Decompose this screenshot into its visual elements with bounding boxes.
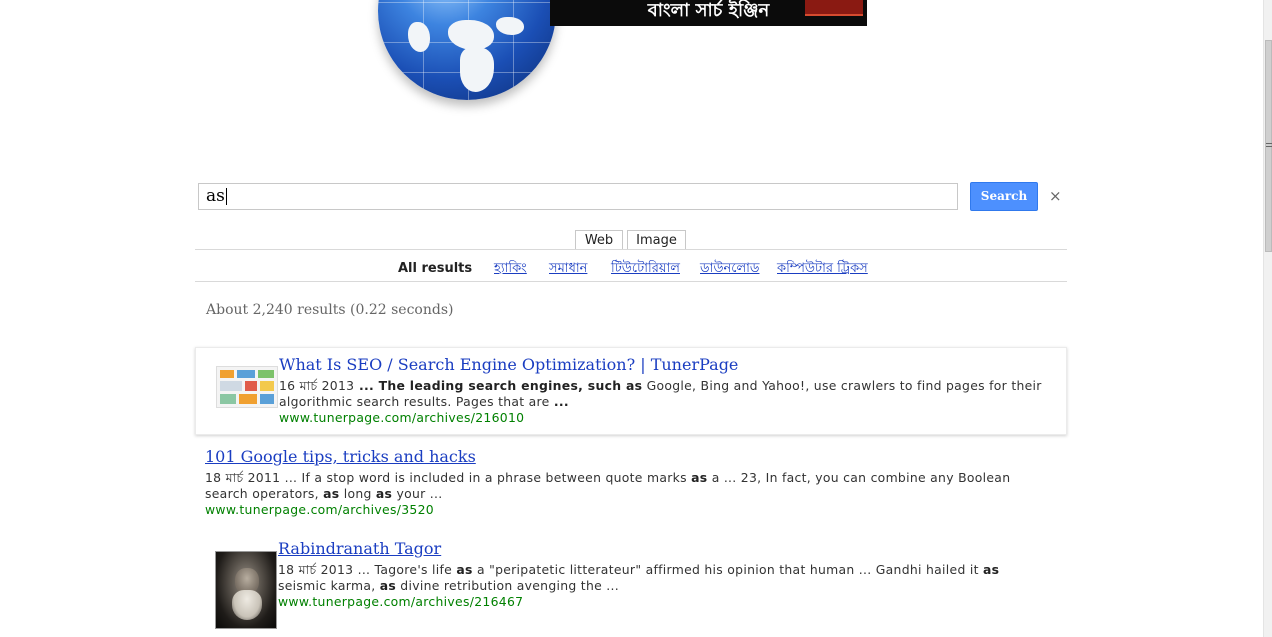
scrollbar-grip-icon — [1266, 146, 1272, 147]
result-item: Rabindranath Tagor 18 মার্চ 2013 ... Tag… — [195, 532, 1067, 637]
scrollbar-grip-icon — [1266, 143, 1272, 144]
result-snippet: 18 মার্চ 2011 ... If a stop word is incl… — [205, 470, 1010, 502]
refinement-computer-tricks[interactable]: কম্পিউটার ট্রিকস — [777, 259, 868, 279]
result-title-link[interactable]: 101 Google tips, tricks and hacks — [205, 447, 476, 466]
result-snippet: 16 মার্চ 2013 ... The leading search eng… — [279, 378, 1042, 410]
banner-title-text: বাংলা সার্চ ইঞ্জিন — [647, 0, 770, 21]
search-input[interactable]: as — [198, 183, 958, 210]
snippet-bold-term: as — [379, 578, 397, 593]
snippet-ellipsis-text: ... The leading search engines, such — [354, 378, 626, 393]
refinement-tutorial[interactable]: টিউটোরিয়াল — [611, 259, 680, 279]
snippet-text: seismic karma, — [278, 578, 380, 593]
snippet-bold-term: as — [983, 562, 1000, 577]
banner: বাংলা সার্চ ইঞ্জিন — [345, 0, 910, 115]
snippet-text: Google, Bing and Yahoo!, use crawlers to… — [642, 378, 1042, 393]
snippet-text: your ... — [392, 486, 443, 501]
tabs-divider — [195, 249, 1067, 250]
banner-title: বাংলা সার্চ ইঞ্জিন — [550, 0, 867, 26]
refinement-solution[interactable]: সমাধান — [549, 259, 587, 279]
refinements-divider — [195, 281, 1067, 282]
snippet-text: algorithmic search results. Pages that a… — [279, 394, 554, 409]
result-item: 101 Google tips, tricks and hacks 18 মার… — [195, 440, 1067, 530]
snippet-text: a "peripatetic litterateur" affirmed his… — [472, 562, 984, 577]
result-title-link[interactable]: Rabindranath Tagor — [278, 539, 441, 558]
snippet-text: ... Tagore's life — [353, 562, 457, 577]
banner-decoration — [805, 0, 863, 16]
snippet-text: search operators, — [205, 486, 324, 501]
snippet-bold-term: as — [323, 486, 340, 501]
tab-web[interactable]: Web — [575, 230, 623, 249]
snippet-bold-term: as — [375, 486, 393, 501]
tab-image[interactable]: Image — [627, 230, 686, 249]
refinement-hacking[interactable]: হ্যাকিং — [494, 259, 527, 279]
seo-thumbnail-image[interactable] — [216, 366, 278, 408]
result-title-link[interactable]: What Is SEO / Search Engine Optimization… — [279, 355, 738, 374]
vertical-scrollbar[interactable] — [1263, 0, 1272, 637]
text-caret — [225, 188, 227, 205]
result-url[interactable]: www.tunerpage.com/archives/216467 — [278, 594, 523, 609]
result-count: About 2,240 results (0.22 seconds) — [206, 302, 454, 318]
result-date: 16 মার্চ 2013 — [279, 378, 355, 393]
result-date: 18 মার্চ 2013 — [278, 562, 354, 577]
result-snippet: 18 মার্চ 2013 ... Tagore's life as a "pe… — [278, 562, 999, 594]
result-item: What Is SEO / Search Engine Optimization… — [195, 347, 1067, 435]
search-input-value: as — [206, 186, 225, 206]
refinement-download[interactable]: ডাউনলোড — [700, 259, 759, 279]
result-url[interactable]: www.tunerpage.com/archives/216010 — [279, 410, 524, 425]
result-date: 18 মার্চ 2011 — [205, 470, 281, 485]
snippet-text: long — [339, 486, 376, 501]
clear-icon[interactable]: × — [1049, 188, 1062, 204]
snippet-bold-term: as — [625, 378, 643, 393]
snippet-text: a ... 23, In fact, you can combine any B… — [707, 470, 1011, 485]
snippet-ellipsis: ... — [553, 394, 569, 409]
result-url[interactable]: www.tunerpage.com/archives/3520 — [205, 502, 434, 517]
snippet-bold-term: as — [691, 470, 708, 485]
refinement-all-results[interactable]: All results — [398, 259, 472, 279]
snippet-bold-term: as — [456, 562, 473, 577]
portrait-thumbnail-image[interactable] — [215, 551, 277, 629]
snippet-text: divine retribution avenging the ... — [396, 578, 619, 593]
snippet-text: ... If a stop word is included in a phra… — [280, 470, 692, 485]
globe-icon — [378, 0, 556, 100]
search-button[interactable]: Search — [970, 182, 1038, 211]
